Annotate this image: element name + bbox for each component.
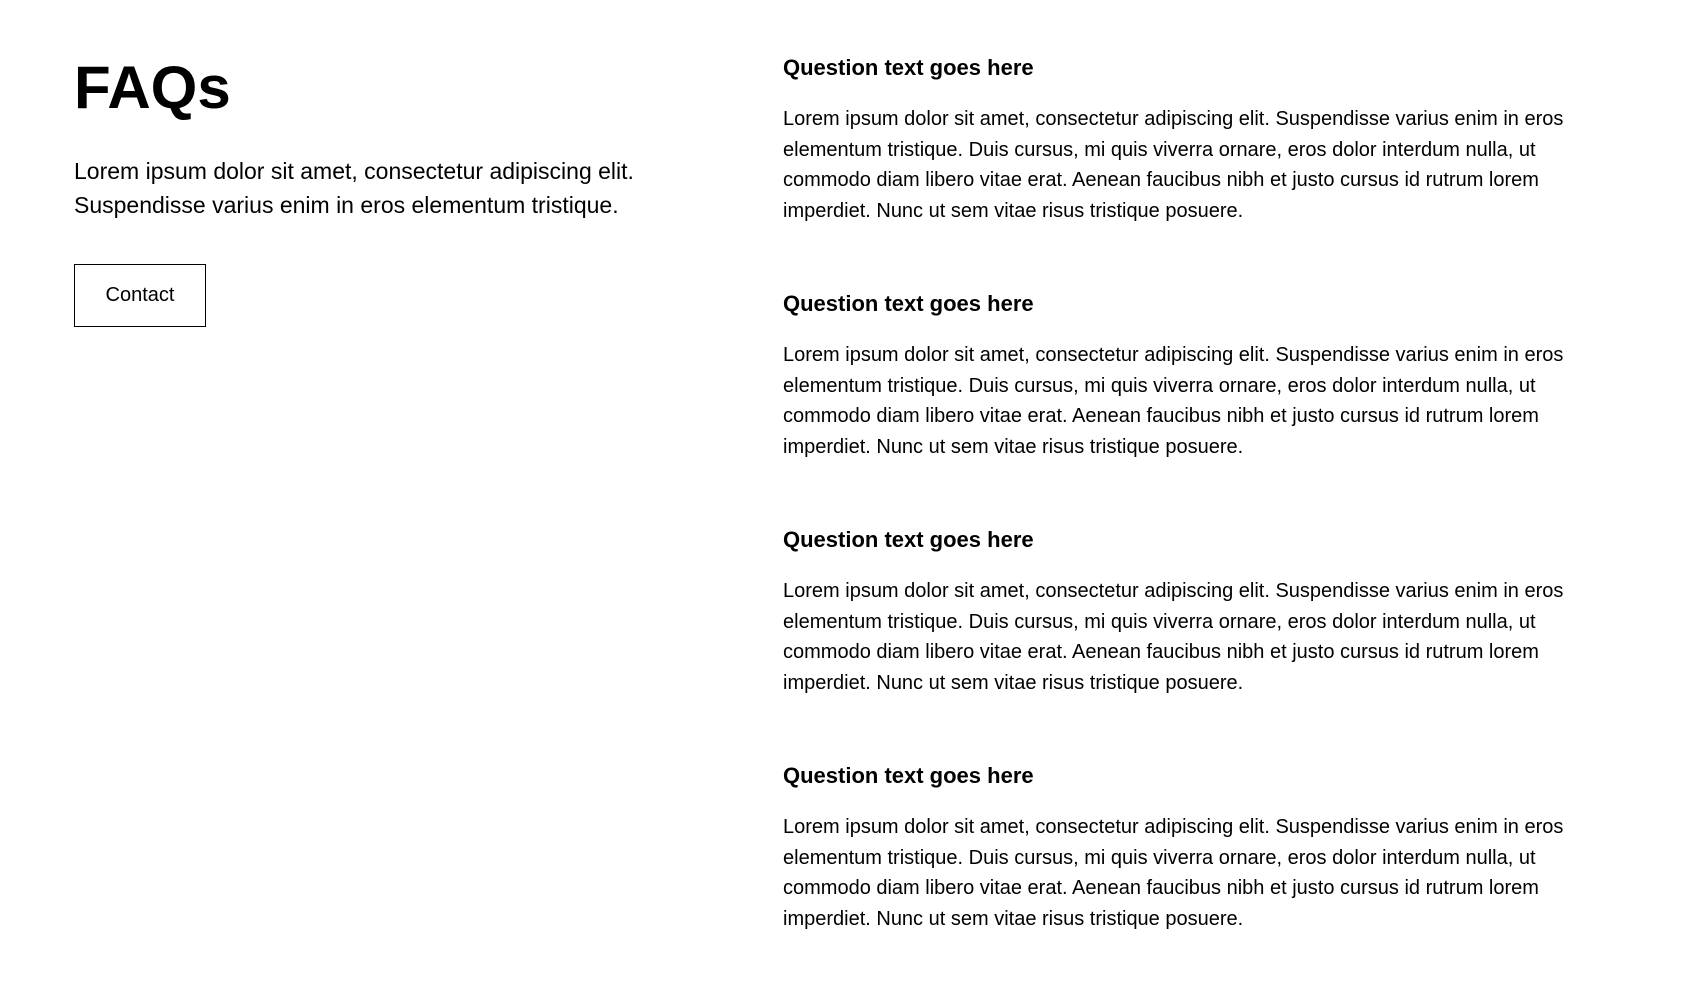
faq-question: Question text goes here: [783, 55, 1034, 80]
faq-item: Question text goes here Lorem ipsum dolo…: [783, 52, 1598, 288]
faq-question: Question text goes here: [783, 291, 1034, 316]
faq-answer: Lorem ipsum dolor sit amet, consectetur …: [783, 580, 1564, 694]
contact-button[interactable]: Contact: [74, 264, 206, 327]
page-title: FAQs: [74, 54, 231, 121]
faq-item: Question text goes here Lorem ipsum dolo…: [783, 288, 1598, 524]
faq-list: Question text goes here Lorem ipsum dolo…: [783, 52, 1598, 996]
faq-intro-section: FAQs Lorem ipsum dolor sit amet, consect…: [74, 48, 674, 327]
intro-text: Lorem ipsum dolor sit amet, consectetur …: [74, 158, 634, 218]
faq-answer: Lorem ipsum dolor sit amet, consectetur …: [783, 344, 1564, 458]
faq-question: Question text goes here: [783, 763, 1034, 788]
faq-item: Question text goes here Lorem ipsum dolo…: [783, 524, 1598, 760]
faq-answer: Lorem ipsum dolor sit amet, consectetur …: [783, 108, 1564, 222]
faq-answer: Lorem ipsum dolor sit amet, consectetur …: [783, 816, 1564, 930]
faq-question: Question text goes here: [783, 527, 1034, 552]
